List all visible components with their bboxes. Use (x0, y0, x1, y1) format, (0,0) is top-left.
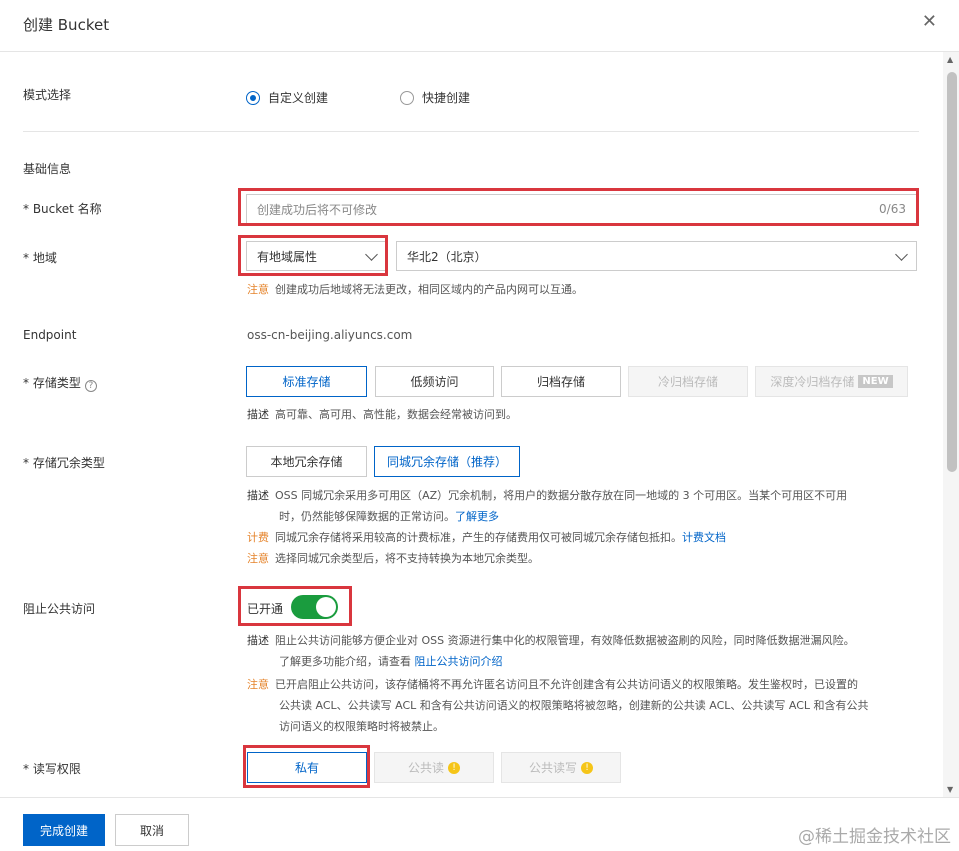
block-public-desc-line1: 阻止公共访问能够方便企业对 OSS 资源进行集中化的权限管理，有效降低数据被盗刷… (275, 634, 855, 647)
block-public-note-line3: 访问语义的权限策略时将被禁止。 (279, 720, 444, 733)
scroll-up-icon[interactable]: ▲ (947, 55, 953, 64)
billing-doc-link[interactable]: 计费文档 (682, 531, 726, 544)
acl-public-read-button: 公共读! (374, 752, 494, 783)
storage-standard-button[interactable]: 标准存储 (246, 366, 367, 397)
cancel-button[interactable]: 取消 (115, 814, 189, 846)
storage-class-label: * 存储类型? (23, 374, 97, 392)
block-public-note: 注意 已开启阻止公共访问，该存储桶将不再允许匿名访问且不允许创建含有公共访问语义的… (247, 674, 917, 737)
scrollbar-thumb[interactable] (947, 72, 957, 472)
billing-tag: 计费 (247, 531, 269, 544)
scrollbar[interactable]: ▲ ▼ (943, 52, 959, 797)
bucket-name-placeholder: 创建成功后将不可修改 (257, 202, 378, 217)
mode-custom-radio[interactable]: 自定义创建 (246, 89, 328, 106)
redundancy-billing-text: 同城冗余存储将采用较高的计费标准，产生的存储费用仅可被同城冗余存储包抵扣。 (275, 531, 682, 544)
block-public-toggle[interactable] (291, 595, 338, 619)
mode-custom-label: 自定义创建 (268, 91, 329, 105)
redundancy-desc-line1: OSS 同城冗余采用多可用区（AZ）冗余机制，将用户的数据分散存放在同一地域的 … (275, 489, 848, 502)
endpoint-label: Endpoint (23, 328, 77, 342)
desc-tag: 描述 (247, 634, 269, 647)
acl-private-button[interactable]: 私有 (247, 752, 367, 783)
storage-archive-button[interactable]: 归档存储 (501, 366, 621, 397)
block-public-desc-line2: 了解更多功能介绍，请查看 (279, 655, 411, 668)
block-public-desc: 描述 阻止公共访问能够方便企业对 OSS 资源进行集中化的权限管理，有效降低数据被… (247, 630, 917, 672)
storage-deep-cold-label: 深度冷归档存储 (770, 375, 855, 389)
storage-deep-cold-archive-button: 深度冷归档存储 NEW (755, 366, 908, 397)
redundancy-desc-line2: 时，仍然能够保障数据的正常访问。 (279, 510, 455, 523)
acl-public-read-write-button: 公共读写! (501, 752, 621, 783)
block-public-note-line1: 已开启阻止公共访问，该存储桶将不再允许匿名访问且不允许创建含有公共访问语义的权限… (275, 678, 858, 691)
storage-class-desc-text: 高可靠、高可用、高性能，数据会经常被访问到。 (275, 408, 517, 421)
mode-quick-label: 快捷创建 (422, 91, 471, 105)
radio-unchecked-icon (400, 90, 414, 105)
note-tag: 注意 (247, 678, 269, 691)
region-type-value: 有地域属性 (257, 249, 318, 264)
redundancy-desc: 描述 OSS 同城冗余采用多可用区（AZ）冗余机制，将用户的数据分散存放在同一地域… (247, 485, 917, 569)
radio-checked-icon (246, 90, 260, 105)
chevron-down-icon (365, 248, 378, 261)
storage-class-label-text: * 存储类型 (23, 376, 81, 390)
acl-label: * 读写权限 (23, 762, 81, 776)
bucket-name-label: * Bucket 名称 (23, 202, 102, 216)
region-type-select[interactable]: 有地域属性 (246, 241, 387, 271)
redundancy-note-text: 选择同城冗余类型后，将不支持转换为本地冗余类型。 (275, 552, 539, 565)
block-public-intro-link[interactable]: 阻止公共访问介绍 (415, 655, 503, 668)
region-note: 注意 创建成功后地域将无法更改，相同区域内的产品内网可以互通。 (247, 279, 583, 300)
bucket-name-input[interactable]: 创建成功后将不可修改 0/63 (246, 194, 917, 224)
acl-public-read-label: 公共读 (407, 761, 444, 775)
mode-quick-radio[interactable]: 快捷创建 (400, 89, 470, 106)
redundancy-label: * 存储冗余类型 (23, 456, 105, 470)
acl-public-read-write-label: 公共读写 (528, 761, 577, 775)
bucket-name-counter: 0/63 (879, 202, 906, 216)
dialog-footer: 完成创建 取消 @稀土掘金技术社区 (0, 797, 959, 851)
help-icon[interactable]: ? (84, 380, 97, 392)
warning-icon: ! (448, 761, 460, 774)
learn-more-link[interactable]: 了解更多 (455, 510, 499, 523)
storage-ia-button[interactable]: 低频访问 (375, 366, 494, 397)
region-label: * 地域 (23, 251, 57, 265)
block-public-label: 阻止公共访问 (23, 602, 96, 616)
redundancy-lrs-button[interactable]: 本地冗余存储 (246, 446, 367, 477)
desc-tag: 描述 (247, 408, 269, 421)
divider (23, 131, 919, 132)
block-public-note-line2: 公共读 ACL、公共读写 ACL 和含有公共访问语义的权限策略将被忽略，创建新的… (279, 699, 869, 712)
redundancy-zrs-button[interactable]: 同城冗余存储（推荐） (374, 446, 520, 477)
region-note-text: 创建成功后地域将无法更改，相同区域内的产品内网可以互通。 (275, 283, 583, 296)
note-tag: 注意 (247, 283, 269, 296)
endpoint-value: oss-cn-beijing.aliyuncs.com (247, 328, 413, 342)
watermark: @稀土掘金技术社区 (798, 827, 951, 847)
block-public-status: 已开通 (247, 602, 284, 616)
desc-tag: 描述 (247, 489, 269, 502)
mode-label: 模式选择 (23, 88, 72, 102)
section-title-basic: 基础信息 (23, 162, 72, 176)
region-value: 华北2（北京） (407, 249, 487, 264)
storage-class-desc: 描述 高可靠、高可用、高性能，数据会经常被访问到。 (247, 404, 517, 425)
dialog-title: 创建 Bucket (23, 16, 110, 34)
new-badge: NEW (858, 375, 893, 388)
confirm-create-button[interactable]: 完成创建 (23, 814, 105, 846)
chevron-down-icon (895, 248, 908, 261)
warning-icon: ! (581, 761, 593, 774)
scroll-down-icon[interactable]: ▼ (947, 785, 953, 794)
region-select[interactable]: 华北2（北京） (396, 241, 917, 271)
note-tag: 注意 (247, 552, 269, 565)
storage-cold-archive-button: 冷归档存储 (628, 366, 748, 397)
dialog-header: 创建 Bucket ✕ (0, 0, 959, 52)
close-icon[interactable]: ✕ (922, 12, 937, 32)
